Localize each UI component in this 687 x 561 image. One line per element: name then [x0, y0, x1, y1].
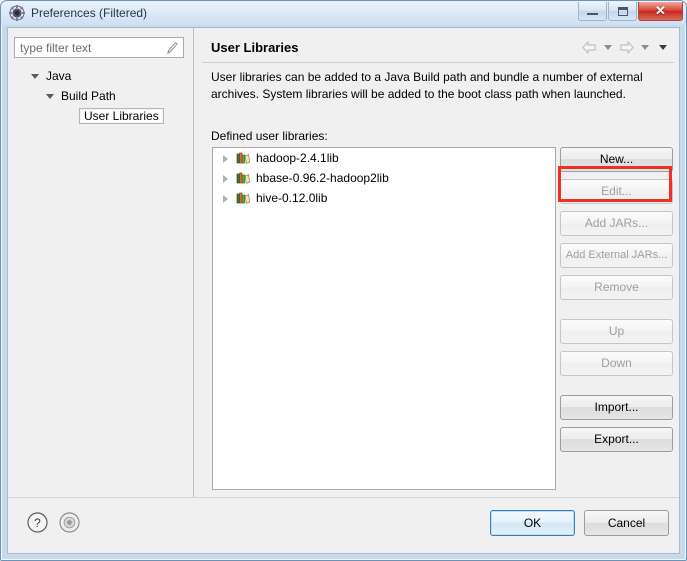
question-mark-icon[interactable]: ? — [26, 511, 49, 534]
footer-icon-group: ? — [26, 511, 81, 534]
clear-filter-icon[interactable] — [166, 41, 179, 55]
circle-info-icon[interactable] — [58, 511, 81, 534]
edit-button: Edit... — [560, 179, 673, 204]
dialog-body: Java Build Path User Libraries User Libr… — [8, 28, 679, 497]
export-button[interactable]: Export... — [560, 427, 673, 452]
title-separator — [202, 62, 674, 63]
user-libraries-page: User Libraries User libraries can be add… — [198, 28, 679, 497]
tree-item-label: Build Path — [61, 89, 116, 103]
tree-item-label: User Libraries — [79, 108, 164, 124]
library-icon — [235, 170, 251, 186]
library-name: hadoop-2.4.1lib — [256, 151, 339, 165]
library-name: hive-0.12.0lib — [256, 191, 328, 205]
new-button[interactable]: New... — [560, 147, 673, 172]
close-button[interactable]: ✕ — [638, 2, 683, 21]
close-icon: ✕ — [655, 3, 666, 18]
arrow-left-icon[interactable] — [581, 40, 598, 55]
minimize-icon — [587, 13, 598, 15]
window-controls: ✕ — [578, 2, 683, 23]
chevron-right-icon[interactable] — [221, 153, 232, 164]
filter-box[interactable] — [14, 37, 184, 58]
minimize-button[interactable] — [578, 2, 607, 21]
list-item[interactable]: hbase-0.96.2-hadoop2lib — [213, 168, 555, 188]
add-jars-button: Add JARs... — [560, 211, 673, 236]
ok-button[interactable]: OK — [490, 510, 575, 536]
chevron-down-icon[interactable] — [31, 71, 42, 82]
library-actions: New... Edit... Add JARs... Add External … — [560, 147, 673, 459]
add-external-jars-button: Add External JARs... — [560, 243, 673, 268]
preference-tree-panel: Java Build Path User Libraries — [8, 28, 192, 497]
page-description: User libraries can be added to a Java Bu… — [211, 70, 643, 101]
library-icon — [235, 150, 251, 166]
dialog-client-area: Java Build Path User Libraries User Libr… — [7, 27, 680, 554]
chevron-right-icon[interactable] — [221, 173, 232, 184]
defined-libraries-label: Defined user libraries: — [211, 129, 328, 143]
list-item[interactable]: hadoop-2.4.1lib — [213, 148, 555, 168]
down-button: Down — [560, 351, 673, 376]
maximize-icon — [617, 6, 628, 16]
search-input[interactable] — [15, 39, 162, 56]
dialog-action-buttons: OK Cancel — [490, 510, 669, 536]
preference-tree: Java Build Path User Libraries — [14, 66, 186, 126]
page-navigation — [581, 40, 671, 55]
library-name: hbase-0.96.2-hadoop2lib — [256, 171, 389, 185]
up-button: Up — [560, 319, 673, 344]
chevron-down-icon[interactable] — [641, 45, 649, 50]
chevron-down-icon[interactable] — [659, 45, 667, 50]
import-button[interactable]: Import... — [560, 395, 673, 420]
chevron-down-icon[interactable] — [46, 91, 57, 102]
list-item[interactable]: hive-0.12.0lib — [213, 188, 555, 208]
tree-item-build-path[interactable]: Build Path — [14, 86, 186, 106]
tree-item-user-libraries[interactable]: User Libraries — [14, 106, 186, 126]
preferences-gear-icon — [9, 5, 25, 21]
page-title: User Libraries — [211, 40, 299, 55]
remove-button: Remove — [560, 275, 673, 300]
window-title: Preferences (Filtered) — [31, 6, 148, 20]
dialog-footer: ? OK Cancel — [8, 497, 679, 553]
title-bar: Preferences (Filtered) ✕ — [1, 1, 686, 25]
user-libraries-list[interactable]: hadoop-2.4.1lib hbase-0.96.2-hadoop2lib … — [212, 147, 556, 490]
chevron-right-icon[interactable] — [221, 193, 232, 204]
chevron-down-icon[interactable] — [604, 45, 612, 50]
arrow-right-icon[interactable] — [618, 40, 635, 55]
cancel-button[interactable]: Cancel — [584, 510, 669, 536]
tree-item-java[interactable]: Java — [14, 66, 186, 86]
preferences-dialog: Preferences (Filtered) ✕ type filter tex… — [0, 0, 687, 561]
library-icon — [235, 190, 251, 206]
maximize-button[interactable] — [608, 2, 637, 21]
svg-text:?: ? — [34, 516, 41, 530]
tree-item-label: Java — [46, 69, 72, 83]
